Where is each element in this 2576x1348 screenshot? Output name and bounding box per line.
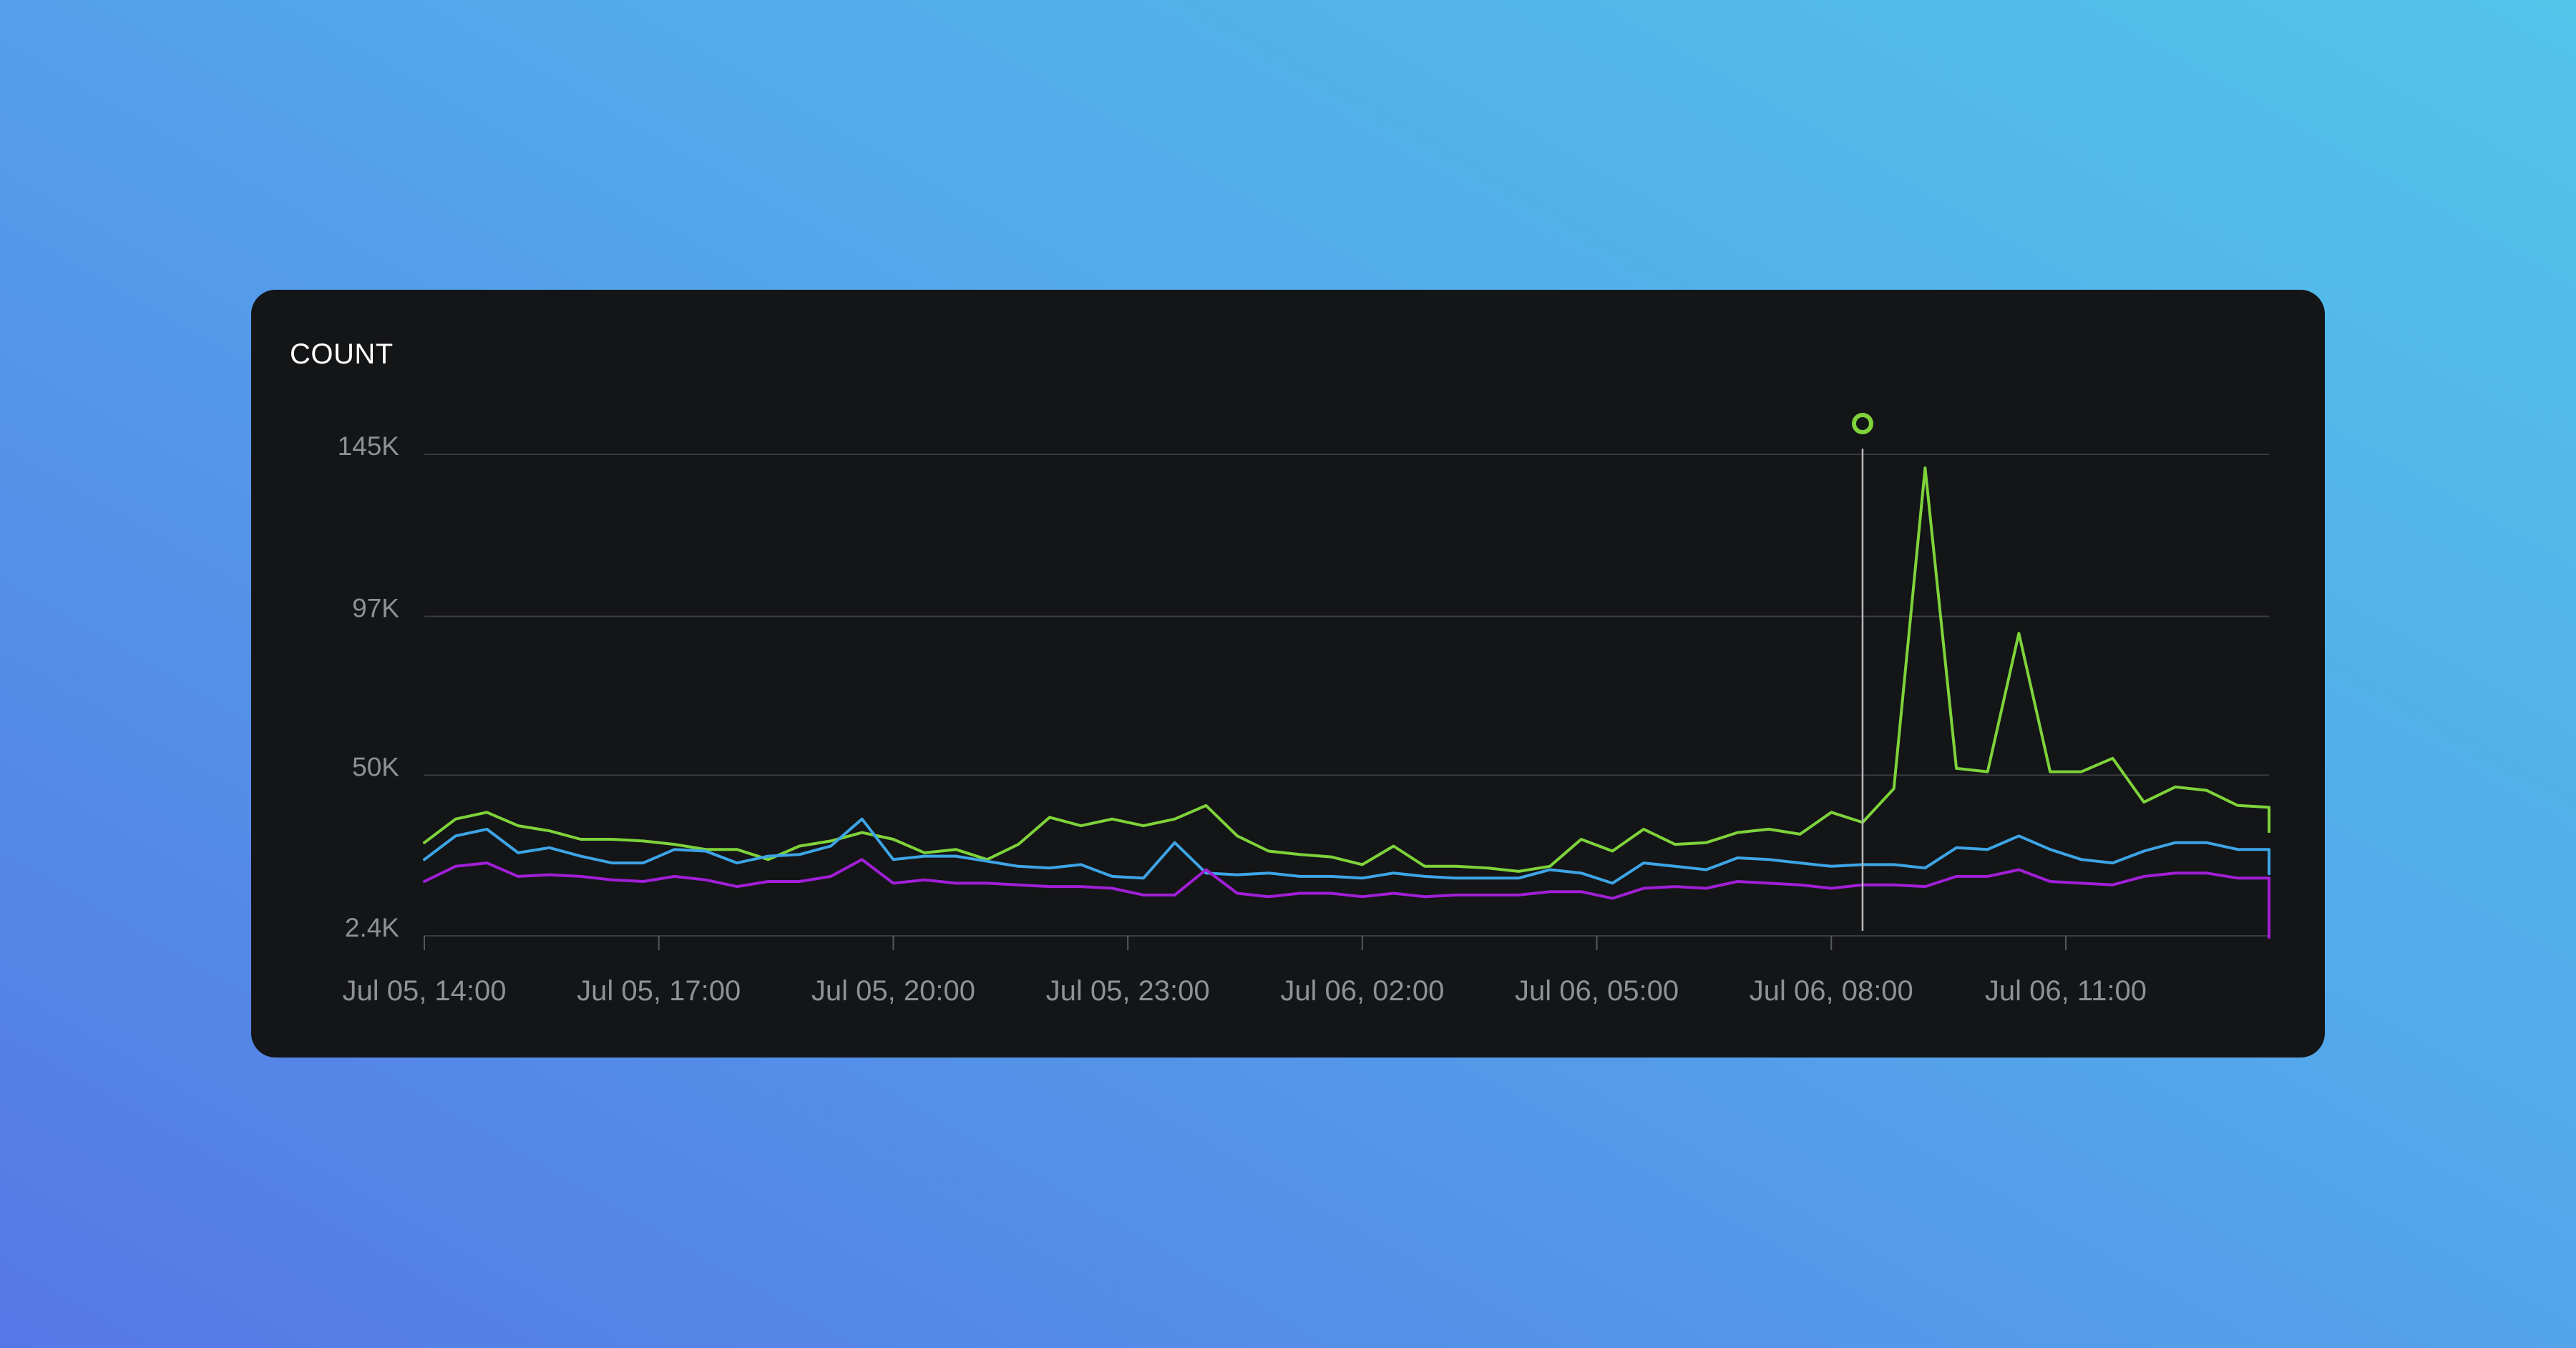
line-chart[interactable]: Jul 05, 14:00 Jul 05, 17:00 Jul 05, 20:00 J… bbox=[251, 290, 2325, 1058]
x-tick-label: Jul 06, 02:00 bbox=[1280, 975, 1444, 1007]
series-line-1[interactable] bbox=[423, 466, 2270, 873]
x-tick-label: Jul 05, 23:00 bbox=[1046, 975, 1210, 1007]
y-tick-label: 145K bbox=[338, 431, 400, 461]
x-tick-label: Jul 05, 17:00 bbox=[577, 975, 741, 1007]
y-tick-label: 2.4K bbox=[345, 913, 399, 942]
series-line-2[interactable] bbox=[423, 817, 2270, 885]
chart-card: COUNT Jul 05, 14:00 Jul 05, 17:00 Jul 05, … bbox=[251, 290, 2325, 1058]
x-axis: Jul 05, 14:00 Jul 05, 17:00 Jul 05, 20:00 J… bbox=[342, 936, 2147, 1007]
x-tick-label: Jul 06, 11:00 bbox=[1985, 975, 2147, 1007]
grid-lines bbox=[424, 454, 2269, 937]
x-tick-label: Jul 06, 08:00 bbox=[1750, 975, 1913, 1007]
hover-cursor bbox=[1851, 413, 1873, 931]
y-tick-label: 50K bbox=[352, 752, 399, 781]
series-lines bbox=[423, 466, 2270, 939]
x-tick-label: Jul 06, 05:00 bbox=[1515, 975, 1679, 1007]
x-tick-label: Jul 05, 20:00 bbox=[811, 975, 975, 1007]
y-tick-label: 97K bbox=[352, 594, 399, 623]
series-line-3[interactable] bbox=[423, 858, 2270, 939]
cursor-marker[interactable] bbox=[1851, 413, 1873, 434]
x-tick-label: Jul 05, 14:00 bbox=[342, 975, 506, 1007]
y-axis: 145K 97K 50K 2.4K bbox=[338, 431, 400, 942]
